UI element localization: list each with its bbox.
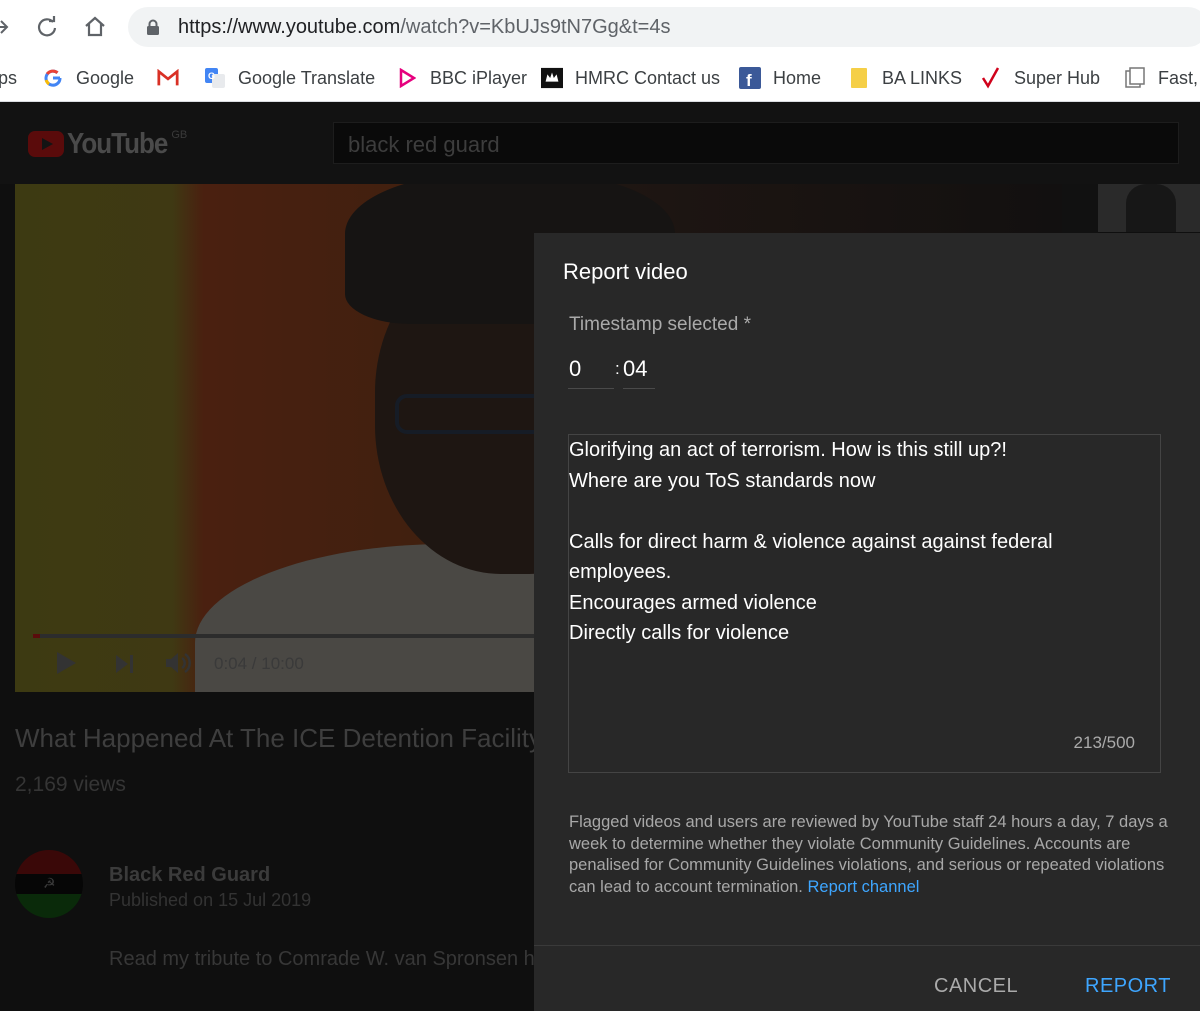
progress-fill xyxy=(33,634,40,638)
next-icon[interactable] xyxy=(115,654,135,679)
video-title: What Happened At The ICE Detention Facil… xyxy=(15,723,543,753)
details-line: employees. xyxy=(569,561,672,583)
related-video-thumbnail[interactable] xyxy=(1098,184,1200,232)
report-details-textarea[interactable]: Glorifying an act of terrorism. How is t… xyxy=(568,434,1161,773)
super-hub-icon xyxy=(980,67,1002,89)
browser-toolbar: https://www.youtube.com/watch?v=KbUJs9tN… xyxy=(0,0,1200,54)
region-code: GB xyxy=(171,128,188,141)
search-query: black red guard xyxy=(348,132,500,157)
search-input[interactable]: black red guard xyxy=(333,122,1179,164)
url-text[interactable]: https://www.youtube.com/watch?v=KbUJs9tN… xyxy=(178,16,670,39)
reload-icon[interactable] xyxy=(32,12,62,42)
bookmark-apps[interactable]: ps xyxy=(0,54,17,102)
youtube-header: YouTube GB black red guard xyxy=(0,102,1200,184)
video-frame-glasses xyxy=(395,394,555,434)
hmrc-crest-icon xyxy=(541,67,563,89)
avatar-black-band: ☭ xyxy=(15,874,83,894)
review-disclaimer: Flagged videos and users are reviewed by… xyxy=(569,812,1169,898)
avatar-green-band xyxy=(15,894,83,918)
cancel-button[interactable]: CANCEL xyxy=(934,975,1018,998)
bookmark-label: Google Translate xyxy=(238,67,376,88)
channel-name[interactable]: Black Red Guard xyxy=(109,864,270,887)
bookmark-google[interactable]: Google xyxy=(42,54,134,102)
bookmark-label: BBC iPlayer xyxy=(430,67,528,88)
details-line: Where are you ToS standards now xyxy=(569,469,876,492)
forward-arrow-icon[interactable] xyxy=(0,12,16,42)
bookmark-google-translate[interactable]: G Google Translate xyxy=(204,54,375,102)
youtube-play-logo-icon xyxy=(28,130,64,157)
details-text: Glorifying an act of terrorism. How is t… xyxy=(569,435,1159,649)
bookmark-fast[interactable]: Fast, xyxy=(1124,54,1198,102)
url-path: /watch?v=KbUJs9tN7Gg&t=4s xyxy=(400,16,671,38)
character-counter: 213/500 xyxy=(1073,733,1135,752)
thumbnail-figure xyxy=(1126,184,1176,232)
report-video-dialog: Report video Timestamp selected * 0 : 04… xyxy=(534,233,1200,1011)
youtube-wordmark: YouTube xyxy=(67,126,168,160)
view-count: 2,169 views xyxy=(15,773,126,796)
page-icon xyxy=(1124,67,1146,89)
play-icon[interactable] xyxy=(55,651,77,680)
bookmark-label: Google xyxy=(76,67,135,88)
bookmark-label: Home xyxy=(773,67,822,88)
details-line xyxy=(569,496,1159,527)
bookmark-label: BA LINKS xyxy=(882,67,963,88)
details-line: Calls for direct harm & violence against… xyxy=(569,530,1053,553)
bookmark-hmrc[interactable]: HMRC Contact us xyxy=(541,54,720,102)
timestamp-label: Timestamp selected * xyxy=(569,314,751,335)
address-bar[interactable]: https://www.youtube.com/watch?v=KbUJs9tN… xyxy=(128,7,1200,47)
report-channel-link[interactable]: Report channel xyxy=(808,878,920,896)
bookmark-label: Fast, xyxy=(1158,67,1199,88)
folder-icon xyxy=(848,67,870,89)
timestamp-seconds-input[interactable]: 04 xyxy=(623,351,655,389)
google-icon xyxy=(42,67,64,89)
bookmark-folder-ba-links[interactable]: BA LINKS xyxy=(848,54,962,102)
bookmark-label: ps xyxy=(0,67,18,88)
bookmark-super-hub[interactable]: Super Hub xyxy=(980,54,1100,102)
url-host: https://www.youtube.com xyxy=(178,16,401,38)
home-icon[interactable] xyxy=(80,12,110,42)
svg-text:G: G xyxy=(208,71,215,81)
bookmark-bbc-iplayer[interactable]: BBC iPlayer xyxy=(396,54,527,102)
bookmark-label: Super Hub xyxy=(1014,67,1101,88)
google-translate-icon: G xyxy=(204,67,226,89)
details-line: Directly calls for violence xyxy=(569,622,790,644)
dialog-title: Report video xyxy=(563,259,688,284)
video-description: Read my tribute to Comrade W. van Sprons… xyxy=(109,948,535,970)
facebook-icon: f xyxy=(739,67,761,89)
lock-icon[interactable] xyxy=(146,19,160,41)
bookmarks-bar: ps Google G Google Translate BBC iPlayer… xyxy=(0,54,1200,102)
gmail-icon xyxy=(157,67,179,89)
bookmark-gmail[interactable] xyxy=(157,54,191,102)
youtube-logo[interactable]: YouTube GB xyxy=(28,126,188,160)
svg-text:f: f xyxy=(746,71,752,89)
details-line: Glorifying an act of terrorism. How is t… xyxy=(569,439,1007,461)
timestamp-separator: : xyxy=(615,359,620,378)
time-display: 0:04 / 10:00 xyxy=(214,654,304,673)
details-line: Encourages armed violence xyxy=(569,591,817,614)
channel-avatar[interactable]: ☭ xyxy=(15,850,83,918)
avatar-red-band xyxy=(15,850,83,874)
hammer-sickle-icon: ☭ xyxy=(43,875,56,891)
publish-date: Published on 15 Jul 2019 xyxy=(109,890,312,910)
volume-icon[interactable] xyxy=(165,651,195,680)
dialog-divider xyxy=(534,945,1200,946)
bbc-iplayer-icon xyxy=(396,67,418,89)
timestamp-minutes-input[interactable]: 0 xyxy=(568,351,614,389)
bookmark-label: HMRC Contact us xyxy=(575,67,721,88)
bookmark-facebook-home[interactable]: f Home xyxy=(739,54,821,102)
report-button[interactable]: REPORT xyxy=(1085,975,1171,998)
